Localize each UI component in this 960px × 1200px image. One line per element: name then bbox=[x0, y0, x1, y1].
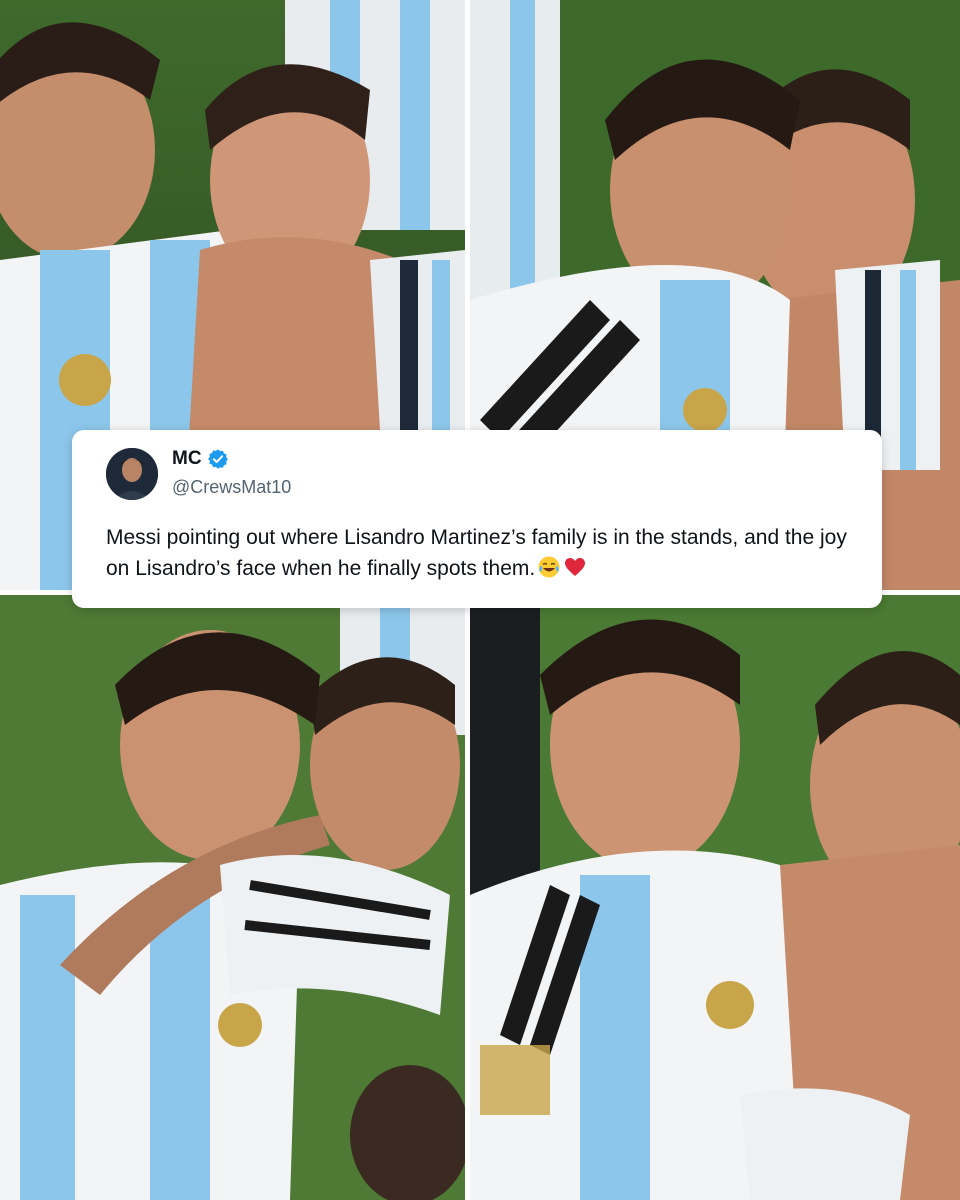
photo-bottom-right bbox=[470, 595, 960, 1200]
tears-of-joy-emoji-icon bbox=[537, 555, 561, 579]
verified-badge-icon bbox=[207, 448, 229, 470]
photo-bottom-left bbox=[0, 595, 465, 1200]
red-heart-emoji-icon bbox=[563, 555, 587, 579]
display-name[interactable]: MC bbox=[172, 448, 202, 470]
author-row: MC bbox=[172, 448, 229, 470]
user-handle[interactable]: @CrewsMat10 bbox=[172, 477, 291, 498]
tweet-text-container: Messi pointing out where Lisandro Martin… bbox=[106, 522, 876, 584]
avatar[interactable] bbox=[106, 448, 158, 500]
tweet-text: Messi pointing out where Lisandro Martin… bbox=[106, 526, 847, 580]
tweet-card[interactable]: MC @CrewsMat10 Messi pointing out where … bbox=[72, 430, 882, 608]
